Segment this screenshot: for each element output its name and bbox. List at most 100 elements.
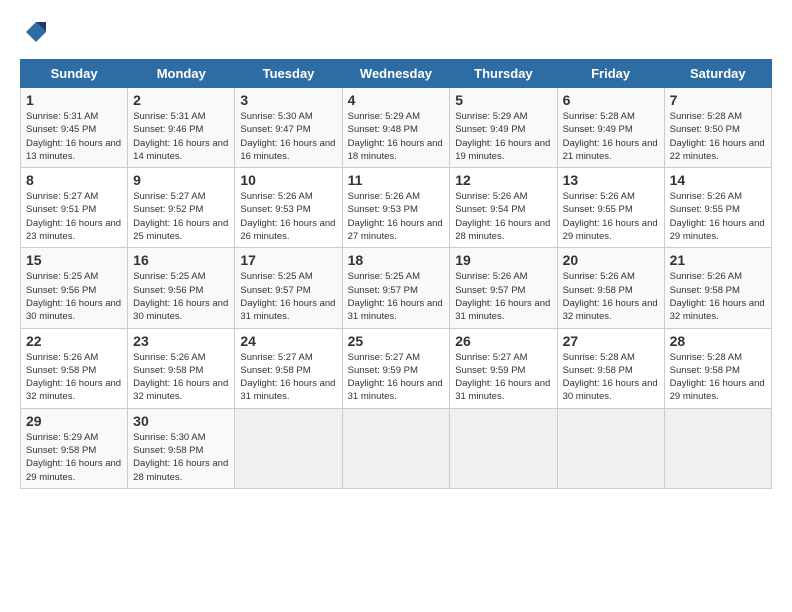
day-info: Sunrise: 5:26 AMSunset: 9:54 PMDaylight:… (455, 190, 551, 243)
day-info: Sunrise: 5:26 AMSunset: 9:58 PMDaylight:… (133, 351, 229, 404)
calendar-cell: 16 Sunrise: 5:25 AMSunset: 9:56 PMDayligh… (128, 248, 235, 328)
logo (20, 20, 48, 49)
day-number: 27 (563, 333, 659, 349)
calendar-cell: 6 Sunrise: 5:28 AMSunset: 9:49 PMDaylight… (557, 88, 664, 168)
day-number: 11 (348, 172, 445, 188)
column-header-tuesday: Tuesday (235, 60, 342, 88)
calendar-cell: 24 Sunrise: 5:27 AMSunset: 9:58 PMDayligh… (235, 328, 342, 408)
calendar-cell: 18 Sunrise: 5:25 AMSunset: 9:57 PMDayligh… (342, 248, 450, 328)
day-number: 29 (26, 413, 122, 429)
day-info: Sunrise: 5:26 AMSunset: 9:57 PMDaylight:… (455, 270, 551, 323)
calendar-cell: 13 Sunrise: 5:26 AMSunset: 9:55 PMDayligh… (557, 168, 664, 248)
calendar-table: SundayMondayTuesdayWednesdayThursdayFrid… (20, 59, 772, 489)
day-number: 17 (240, 252, 336, 268)
calendar-week-row: 8 Sunrise: 5:27 AMSunset: 9:51 PMDaylight… (21, 168, 772, 248)
day-number: 26 (455, 333, 551, 349)
calendar-header-row: SundayMondayTuesdayWednesdayThursdayFrid… (21, 60, 772, 88)
day-number: 8 (26, 172, 122, 188)
day-info: Sunrise: 5:26 AMSunset: 9:53 PMDaylight:… (348, 190, 445, 243)
column-header-friday: Friday (557, 60, 664, 88)
day-number: 4 (348, 92, 445, 108)
calendar-cell: 7 Sunrise: 5:28 AMSunset: 9:50 PMDaylight… (664, 88, 771, 168)
day-number: 22 (26, 333, 122, 349)
day-info: Sunrise: 5:27 AMSunset: 9:52 PMDaylight:… (133, 190, 229, 243)
day-number: 20 (563, 252, 659, 268)
day-info: Sunrise: 5:31 AMSunset: 9:45 PMDaylight:… (26, 110, 122, 163)
column-header-monday: Monday (128, 60, 235, 88)
logo-icon (24, 20, 48, 44)
calendar-cell: 9 Sunrise: 5:27 AMSunset: 9:52 PMDaylight… (128, 168, 235, 248)
column-header-thursday: Thursday (450, 60, 557, 88)
day-info: Sunrise: 5:28 AMSunset: 9:50 PMDaylight:… (670, 110, 766, 163)
day-number: 18 (348, 252, 445, 268)
day-info: Sunrise: 5:29 AMSunset: 9:48 PMDaylight:… (348, 110, 445, 163)
day-info: Sunrise: 5:28 AMSunset: 9:58 PMDaylight:… (670, 351, 766, 404)
day-info: Sunrise: 5:27 AMSunset: 9:51 PMDaylight:… (26, 190, 122, 243)
day-number: 12 (455, 172, 551, 188)
calendar-cell (664, 408, 771, 488)
calendar-cell: 14 Sunrise: 5:26 AMSunset: 9:55 PMDayligh… (664, 168, 771, 248)
calendar-cell: 8 Sunrise: 5:27 AMSunset: 9:51 PMDaylight… (21, 168, 128, 248)
calendar-cell: 3Sunrise: 5:30 AMSunset: 9:47 PMDaylight… (235, 88, 342, 168)
calendar-week-row: 15 Sunrise: 5:25 AMSunset: 9:56 PMDayligh… (21, 248, 772, 328)
day-info: Sunrise: 5:26 AMSunset: 9:55 PMDaylight:… (670, 190, 766, 243)
column-header-wednesday: Wednesday (342, 60, 450, 88)
day-info: Sunrise: 5:31 AMSunset: 9:46 PMDaylight:… (133, 110, 229, 163)
day-info: Sunrise: 5:29 AMSunset: 9:49 PMDaylight:… (455, 110, 551, 163)
day-info: Sunrise: 5:26 AMSunset: 9:58 PMDaylight:… (563, 270, 659, 323)
calendar-cell (235, 408, 342, 488)
calendar-cell (342, 408, 450, 488)
day-number: 21 (670, 252, 766, 268)
calendar-cell: 20 Sunrise: 5:26 AMSunset: 9:58 PMDayligh… (557, 248, 664, 328)
column-header-saturday: Saturday (664, 60, 771, 88)
day-info: Sunrise: 5:26 AMSunset: 9:58 PMDaylight:… (670, 270, 766, 323)
calendar-cell: 2 Sunrise: 5:31 AMSunset: 9:46 PMDaylight… (128, 88, 235, 168)
calendar-cell: 22Sunrise: 5:26 AMSunset: 9:58 PMDayligh… (21, 328, 128, 408)
day-number: 13 (563, 172, 659, 188)
calendar-cell: 19Sunrise: 5:26 AMSunset: 9:57 PMDayligh… (450, 248, 557, 328)
calendar-cell: 21 Sunrise: 5:26 AMSunset: 9:58 PMDayligh… (664, 248, 771, 328)
day-number: 14 (670, 172, 766, 188)
day-info: Sunrise: 5:27 AMSunset: 9:58 PMDaylight:… (240, 351, 336, 404)
day-number: 1 (26, 92, 122, 108)
day-info: Sunrise: 5:26 AMSunset: 9:53 PMDaylight:… (240, 190, 336, 243)
calendar-cell: 25 Sunrise: 5:27 AMSunset: 9:59 PMDayligh… (342, 328, 450, 408)
day-number: 7 (670, 92, 766, 108)
day-info: Sunrise: 5:25 AMSunset: 9:57 PMDaylight:… (348, 270, 445, 323)
calendar-cell: 12 Sunrise: 5:26 AMSunset: 9:54 PMDayligh… (450, 168, 557, 248)
calendar-cell (450, 408, 557, 488)
calendar-cell: 15 Sunrise: 5:25 AMSunset: 9:56 PMDayligh… (21, 248, 128, 328)
day-number: 24 (240, 333, 336, 349)
column-header-sunday: Sunday (21, 60, 128, 88)
day-info: Sunrise: 5:25 AMSunset: 9:56 PMDaylight:… (26, 270, 122, 323)
calendar-cell: 17 Sunrise: 5:25 AMSunset: 9:57 PMDayligh… (235, 248, 342, 328)
day-info: Sunrise: 5:25 AMSunset: 9:57 PMDaylight:… (240, 270, 336, 323)
page-header (20, 20, 772, 49)
day-info: Sunrise: 5:27 AMSunset: 9:59 PMDaylight:… (348, 351, 445, 404)
day-number: 25 (348, 333, 445, 349)
day-number: 10 (240, 172, 336, 188)
calendar-cell: 1 Sunrise: 5:31 AMSunset: 9:45 PMDaylight… (21, 88, 128, 168)
calendar-cell: 26 Sunrise: 5:27 AMSunset: 9:59 PMDayligh… (450, 328, 557, 408)
day-info: Sunrise: 5:26 AMSunset: 9:55 PMDaylight:… (563, 190, 659, 243)
calendar-cell (557, 408, 664, 488)
calendar-body: 1 Sunrise: 5:31 AMSunset: 9:45 PMDaylight… (21, 88, 772, 489)
day-number: 2 (133, 92, 229, 108)
day-info: Sunrise: 5:30 AMSunset: 9:58 PMDaylight:… (133, 431, 229, 484)
day-number: 5 (455, 92, 551, 108)
calendar-cell: 29Sunrise: 5:29 AMSunset: 9:58 PMDayligh… (21, 408, 128, 488)
calendar-cell: 28Sunrise: 5:28 AMSunset: 9:58 PMDayligh… (664, 328, 771, 408)
calendar-cell: 30Sunrise: 5:30 AMSunset: 9:58 PMDayligh… (128, 408, 235, 488)
calendar-cell: 11 Sunrise: 5:26 AMSunset: 9:53 PMDayligh… (342, 168, 450, 248)
day-number: 3 (240, 92, 336, 108)
day-number: 6 (563, 92, 659, 108)
day-info: Sunrise: 5:28 AMSunset: 9:49 PMDaylight:… (563, 110, 659, 163)
calendar-cell: 5 Sunrise: 5:29 AMSunset: 9:49 PMDaylight… (450, 88, 557, 168)
day-number: 15 (26, 252, 122, 268)
day-number: 16 (133, 252, 229, 268)
calendar-cell: 4 Sunrise: 5:29 AMSunset: 9:48 PMDaylight… (342, 88, 450, 168)
day-number: 9 (133, 172, 229, 188)
day-info: Sunrise: 5:27 AMSunset: 9:59 PMDaylight:… (455, 351, 551, 404)
calendar-week-row: 22 Sunrise: 5:26 AMSunset: 9:58 PMDayligh… (21, 328, 772, 408)
day-info: Sunrise: 5:25 AMSunset: 9:56 PMDaylight:… (133, 270, 229, 323)
